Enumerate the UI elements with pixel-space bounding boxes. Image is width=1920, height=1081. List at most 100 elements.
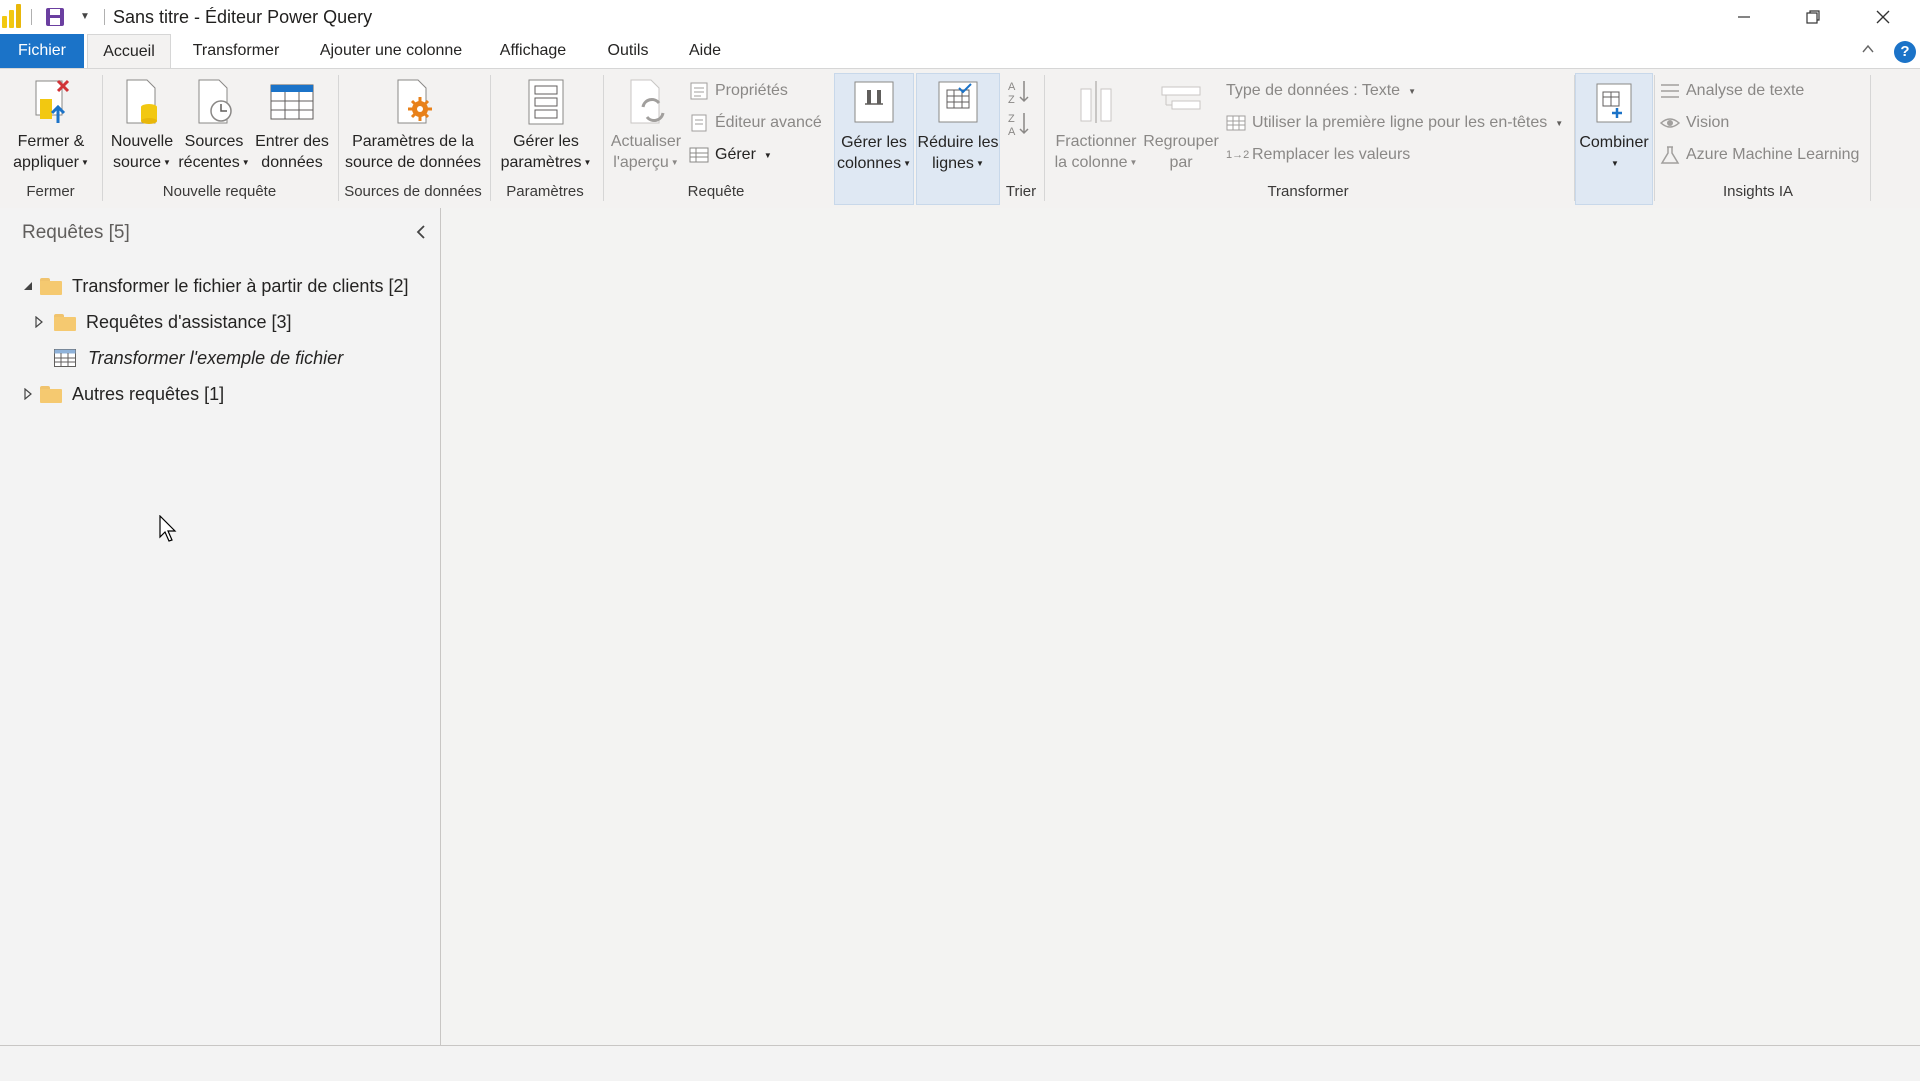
tab-ajouter-colonne[interactable]: Ajouter une colonne: [311, 34, 471, 68]
close-apply-button[interactable]: Fermer & appliquer ▼: [6, 77, 96, 173]
table-icon: [270, 84, 314, 120]
powerbi-logo-icon: [2, 4, 24, 28]
tree-item-query[interactable]: Transformer l'exemple de fichier: [54, 341, 343, 375]
data-source-settings-button[interactable]: Paramètres de la source de données: [344, 77, 482, 173]
sort-descending-icon[interactable]: Z A: [1008, 111, 1030, 137]
parameters-icon: [528, 79, 564, 125]
split-column-icon: [1080, 81, 1112, 123]
reduce-rows-button[interactable]: Réduire les lignes ▼: [916, 73, 1000, 205]
recent-sources-icon: [198, 79, 232, 124]
combine-label: Combiner: [1579, 134, 1649, 151]
use-first-row-headers-button[interactable]: Utiliser la première ligne pour les en-t…: [1226, 111, 1563, 135]
recent-sources-label-1: Sources: [184, 133, 244, 150]
enter-data-label-1: Entrer des: [255, 133, 329, 150]
manage-parameters-label-2: paramètres: [500, 154, 582, 171]
advanced-editor-icon: [691, 114, 707, 132]
group-separator: [1870, 75, 1871, 201]
collapsed-triangle-icon[interactable]: [22, 388, 34, 400]
reduce-rows-label-2: lignes: [932, 155, 974, 172]
queries-pane: Requêtes [5] Transformer le fichier à pa…: [0, 208, 441, 1045]
close-button[interactable]: [1849, 0, 1917, 34]
tree-item-label: Transformer l'exemple de fichier: [88, 347, 344, 368]
tab-aide[interactable]: Aide: [680, 34, 730, 68]
new-source-label-2: source: [113, 154, 162, 171]
manage-columns-label-1: Gérer les: [841, 134, 907, 151]
recent-sources-button[interactable]: Sources récentes ▼: [178, 77, 250, 173]
advanced-editor-button[interactable]: Éditeur avancé: [689, 111, 822, 135]
group-label-insights-ia: Insights IA: [1722, 183, 1794, 200]
refresh-icon: [630, 79, 665, 124]
properties-label: Propriétés: [715, 82, 788, 99]
sort-ascending-icon[interactable]: A Z: [1008, 79, 1030, 105]
azure-ml-label: Azure Machine Learning: [1686, 146, 1860, 163]
close-apply-icon: [35, 79, 70, 123]
manage-columns-label-2: colonnes: [837, 155, 902, 172]
svg-text:Z: Z: [1008, 113, 1015, 125]
group-label-parametres: Paramètres: [506, 183, 584, 200]
text-analytics-button[interactable]: Analyse de texte: [1660, 79, 1804, 103]
manage-columns-button[interactable]: Gérer les colonnes ▼: [834, 73, 914, 205]
svg-text:A: A: [1008, 81, 1016, 93]
new-source-label-1: Nouvelle: [110, 133, 174, 150]
collapse-ribbon-icon[interactable]: [1861, 42, 1875, 56]
use-first-row-headers-label: Utiliser la première ligne pour les en-t…: [1252, 114, 1548, 131]
group-label-fermer: Fermer: [26, 183, 75, 200]
group-label-nouvelle-requete: Nouvelle requête: [162, 183, 277, 200]
svg-text:A: A: [1008, 126, 1016, 137]
tab-affichage[interactable]: Affichage: [492, 34, 574, 68]
data-type-label: Type de données : Texte: [1226, 82, 1401, 99]
replace-values-button[interactable]: 1→2 Remplacer les valeurs: [1226, 143, 1410, 167]
tab-accueil[interactable]: Accueil: [87, 34, 171, 69]
group-label-trier: Trier: [1005, 183, 1037, 200]
group-label-transformer: Transformer: [1267, 183, 1349, 200]
restore-icon: [1806, 10, 1820, 24]
new-source-button[interactable]: Nouvelle source ▼: [108, 77, 176, 173]
reduce-rows-label-1: Réduire les: [917, 134, 999, 151]
group-by-label-2: par: [1169, 154, 1193, 171]
refresh-preview-button[interactable]: Actualiser l'aperçu ▼: [608, 77, 684, 173]
replace-values-icon: 1→2: [1226, 149, 1250, 161]
eye-icon: [1660, 118, 1680, 128]
enter-data-button[interactable]: Entrer des données: [252, 77, 332, 173]
collapsed-triangle-icon[interactable]: [33, 316, 45, 328]
group-by-button[interactable]: Regrouper par: [1142, 77, 1220, 173]
tree-item-group[interactable]: Autres requêtes [1]: [22, 377, 224, 411]
preview-area[interactable]: [441, 208, 1920, 1045]
tree-item-label: Autres requêtes [1]: [72, 383, 225, 404]
manage-label: Gérer: [715, 146, 756, 163]
table-icon: [54, 349, 76, 367]
properties-button[interactable]: Propriétés: [689, 79, 788, 103]
expanded-triangle-icon[interactable]: [22, 280, 34, 292]
collapse-pane-icon[interactable]: [414, 224, 428, 240]
mouse-cursor-icon: [159, 515, 177, 542]
manage-button[interactable]: Gérer ▼: [689, 143, 772, 167]
azure-ml-button[interactable]: Azure Machine Learning: [1660, 143, 1859, 167]
tab-outils[interactable]: Outils: [598, 34, 658, 68]
help-button[interactable]: ?: [1894, 41, 1916, 63]
save-icon[interactable]: [45, 7, 65, 27]
replace-values-label: Remplacer les valeurs: [1252, 146, 1411, 163]
title-separator: [104, 9, 105, 25]
text-analytics-label: Analyse de texte: [1686, 82, 1805, 99]
tree-item-group[interactable]: Transformer le fichier à partir de clien…: [22, 269, 408, 303]
split-column-button[interactable]: Fractionner la colonne ▼: [1050, 77, 1142, 173]
vision-button[interactable]: Vision: [1660, 111, 1729, 135]
data-type-dropdown[interactable]: Type de données : Texte ▼: [1226, 79, 1416, 103]
new-source-icon: [126, 79, 157, 124]
tab-transformer[interactable]: Transformer: [183, 34, 289, 68]
restore-button[interactable]: [1779, 0, 1847, 34]
enter-data-label-2: données: [261, 154, 323, 171]
data-source-settings-icon: [397, 79, 432, 124]
group-label-sources-donnees: Sources de données: [344, 183, 482, 200]
status-bar: [0, 1045, 1920, 1081]
tree-item-label: Requêtes d'assistance [3]: [86, 311, 292, 332]
tab-fichier[interactable]: Fichier: [0, 34, 84, 68]
manage-parameters-button[interactable]: Gérer les paramètres ▼: [496, 77, 596, 173]
minimize-button[interactable]: [1710, 0, 1778, 34]
combine-button[interactable]: Combiner ▼: [1575, 73, 1653, 205]
combine-icon: [1596, 83, 1632, 123]
quick-access-dropdown-icon[interactable]: ▼: [80, 11, 90, 22]
ribbon: Fermer & appliquer ▼ Fermer Nouvelle sour…: [0, 68, 1920, 209]
minimize-icon: [1738, 16, 1750, 18]
tree-item-group[interactable]: Requêtes d'assistance [3]: [33, 305, 292, 339]
